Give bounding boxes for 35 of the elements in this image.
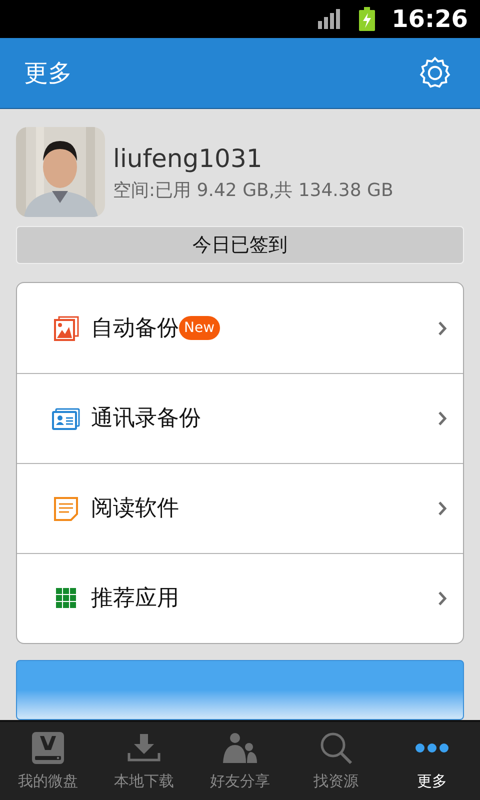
- menu-item[interactable]: 自动备份 New: [17, 283, 463, 373]
- page-title: 更多: [24, 58, 72, 89]
- tab[interactable]: 更多: [384, 722, 480, 800]
- checkin-button[interactable]: 今日已签到: [16, 226, 464, 264]
- chevron-icon: [438, 411, 447, 426]
- settings-icon: [418, 56, 452, 90]
- chevron-icon: [438, 501, 447, 516]
- account-button[interactable]: [16, 660, 464, 720]
- menu-label: 推荐应用: [91, 585, 179, 613]
- contact-card-icon: [52, 408, 80, 430]
- menu-item[interactable]: 阅读软件: [17, 463, 463, 553]
- menu-label: 自动备份: [91, 314, 179, 342]
- username: liufeng1031: [113, 142, 264, 175]
- status-time: 16:26: [392, 4, 468, 35]
- menu-item[interactable]: 推荐应用: [17, 553, 463, 643]
- note-icon: [54, 496, 78, 520]
- people-icon: [222, 732, 258, 764]
- battery-charging-icon: [358, 7, 376, 31]
- signal-icon: [318, 9, 342, 29]
- search-icon: [319, 730, 353, 764]
- chevron-icon: [438, 591, 447, 606]
- tab[interactable]: 好友分享: [192, 722, 288, 800]
- new-badge: New: [179, 316, 220, 340]
- tab[interactable]: 本地下载: [96, 722, 192, 800]
- chevron-icon: [438, 320, 447, 336]
- grid-icon: [56, 588, 76, 609]
- menu-label: 通讯录备份: [91, 405, 201, 433]
- storage-usage: 空间:已用 9.42 GB,共 134.38 GB: [113, 179, 394, 204]
- tab[interactable]: 找资源: [288, 722, 384, 800]
- menu-item[interactable]: 通讯录备份: [17, 373, 463, 463]
- menu-label: 阅读软件: [91, 495, 179, 523]
- more-icon: [415, 742, 449, 752]
- tab[interactable]: 我的微盘: [0, 722, 96, 800]
- download-icon: [127, 732, 161, 762]
- photos-icon: [54, 316, 78, 340]
